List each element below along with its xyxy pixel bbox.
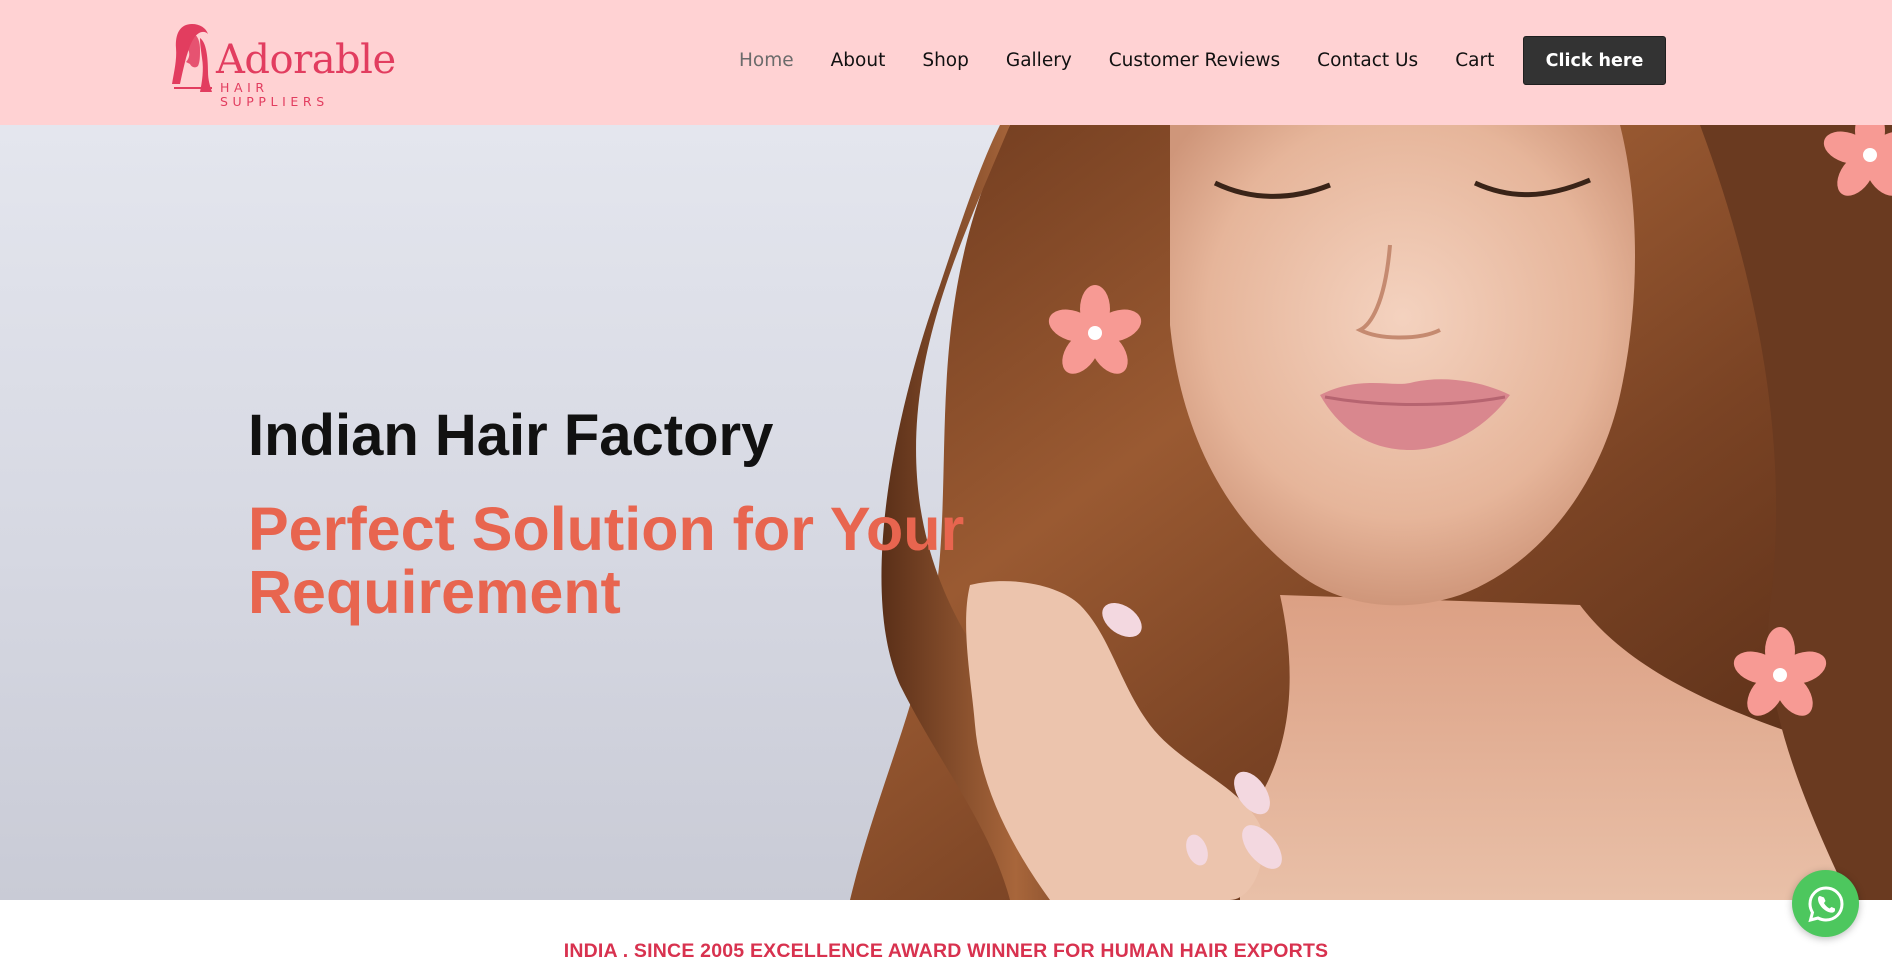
award-strip: INDIA . SINCE 2005 EXCELLENCE AWARD WINN… (0, 900, 1892, 966)
nav-customer-reviews[interactable]: Customer Reviews (1109, 50, 1280, 71)
award-text: INDIA . SINCE 2005 EXCELLENCE AWARD WINN… (563, 940, 1329, 962)
nav-contact-us[interactable]: Contact Us (1317, 50, 1418, 71)
nav-cart[interactable]: Cart (1455, 50, 1494, 71)
logo-wordmark: Adorable (216, 37, 396, 83)
logo[interactable]: Adorable HAIR SUPPLIERS (170, 22, 396, 109)
nav-gallery[interactable]: Gallery (1006, 50, 1072, 71)
nav-home[interactable]: Home (739, 50, 794, 71)
woman-silhouette-icon (172, 24, 212, 92)
hero-subtitle: Perfect Solution for Your Requirement (248, 495, 965, 626)
site-header: Adorable HAIR SUPPLIERS Home About Shop … (0, 0, 1892, 125)
click-here-button[interactable]: Click here (1523, 36, 1666, 85)
nav-about[interactable]: About (831, 50, 886, 71)
main-nav: Home About Shop Gallery Customer Reviews… (739, 47, 1531, 73)
hero-title: Indian Hair Factory (248, 403, 774, 468)
whatsapp-icon (1807, 885, 1844, 922)
whatsapp-button[interactable] (1792, 870, 1859, 937)
hero-banner: Indian Hair Factory Perfect Solution for… (0, 125, 1892, 900)
logo-tagline: HAIR SUPPLIERS (220, 80, 329, 109)
nav-shop[interactable]: Shop (922, 50, 969, 71)
